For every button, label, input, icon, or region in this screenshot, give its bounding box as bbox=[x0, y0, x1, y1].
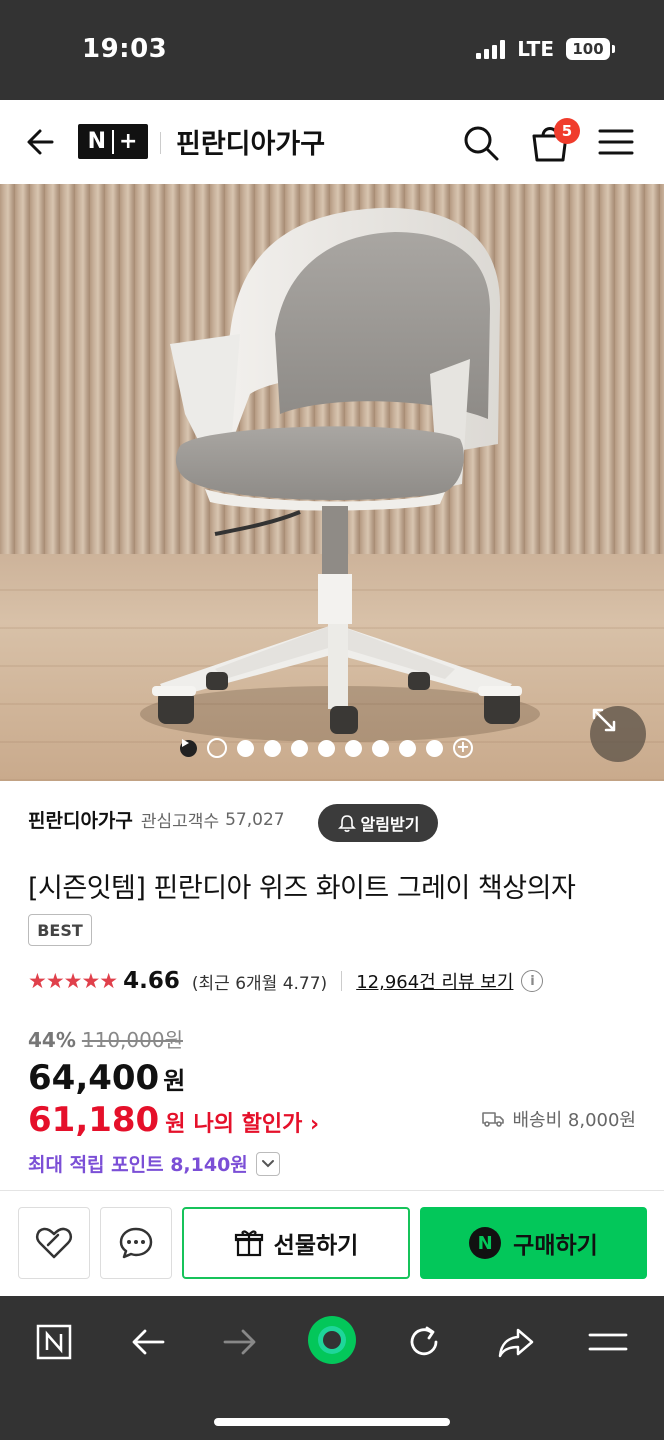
wishlist-button[interactable] bbox=[18, 1207, 90, 1279]
info-icon[interactable]: i bbox=[521, 970, 544, 992]
chat-bubble-icon bbox=[119, 1227, 153, 1259]
review-link[interactable]: 12,964건 리뷰 보기 bbox=[356, 968, 513, 994]
logo-plus: + bbox=[118, 129, 139, 154]
search-icon[interactable] bbox=[460, 122, 502, 164]
status-bar: 19:03 LTE 100 bbox=[0, 0, 664, 100]
product-image-gallery[interactable]: + bbox=[0, 184, 664, 781]
home-indicator[interactable] bbox=[214, 1418, 450, 1426]
store-info-row: 핀란디아가구 관심고객수 57,027 bbox=[28, 806, 285, 833]
purchase-action-bar: 선물하기 N 구매하기 bbox=[0, 1190, 664, 1296]
battery-level: 100 bbox=[572, 40, 604, 58]
my-discount-price: 61,180 bbox=[28, 1100, 160, 1140]
chevron-down-icon[interactable] bbox=[255, 1151, 280, 1176]
browser-forward-icon[interactable] bbox=[218, 1320, 262, 1364]
video-play-icon[interactable] bbox=[182, 738, 227, 758]
notify-button[interactable]: 알림받기 bbox=[318, 804, 438, 842]
gallery-pagination: + bbox=[180, 738, 473, 758]
buy-button[interactable]: N 구매하기 bbox=[420, 1207, 647, 1279]
logo-divider bbox=[160, 132, 161, 154]
price-row: 64,400 원 bbox=[28, 1058, 185, 1098]
buy-button-label: 구매하기 bbox=[513, 1233, 598, 1259]
rating-recent: (최근 6개월 4.77) bbox=[191, 973, 328, 994]
original-price: 110,000원 bbox=[81, 1028, 183, 1052]
hamburger-menu-icon[interactable] bbox=[596, 124, 636, 160]
gallery-dot[interactable] bbox=[318, 739, 335, 757]
gift-icon bbox=[234, 1230, 263, 1257]
shipping-info: 배송비 8,000원 bbox=[481, 1106, 637, 1132]
points-row[interactable]: 최대 적립 포인트 8,140원 bbox=[28, 1150, 280, 1177]
rating-divider bbox=[341, 971, 343, 991]
store-name[interactable]: 핀란디아가구 bbox=[28, 806, 133, 833]
battery-icon: 100 bbox=[566, 38, 615, 60]
refresh-icon[interactable] bbox=[402, 1320, 446, 1364]
expand-image-icon[interactable] bbox=[590, 706, 646, 762]
gallery-dot[interactable] bbox=[372, 739, 389, 757]
naver-pay-icon: N bbox=[469, 1227, 502, 1259]
rating-stars: ★★★★★ bbox=[28, 969, 118, 993]
best-badge: BEST bbox=[28, 914, 92, 946]
gift-button[interactable]: 선물하기 bbox=[182, 1207, 410, 1279]
talk-button[interactable] bbox=[100, 1207, 172, 1279]
heart-icon bbox=[35, 1227, 73, 1259]
status-time: 19:03 bbox=[82, 34, 168, 64]
followers-label: 관심고객수 bbox=[140, 812, 220, 832]
truck-icon bbox=[481, 1112, 504, 1127]
cart-count-badge: 5 bbox=[554, 118, 580, 144]
my-price-currency: 원 bbox=[165, 1112, 186, 1137]
discount-row: 44% 110,000원 bbox=[28, 1024, 183, 1053]
chair-illustration bbox=[140, 207, 540, 742]
browser-back-icon[interactable] bbox=[126, 1320, 170, 1364]
followers-count: 57,027 bbox=[225, 809, 285, 830]
status-indicators: LTE 100 bbox=[476, 37, 615, 61]
shipping-fee: 배송비 8,000원 bbox=[512, 1110, 637, 1131]
store-name-header[interactable]: 핀란디아가구 bbox=[176, 122, 325, 161]
back-arrow-icon[interactable] bbox=[22, 122, 62, 162]
rating-score: 4.66 bbox=[123, 968, 180, 994]
naver-plus-logo[interactable]: N + bbox=[78, 124, 148, 159]
gift-button-label: 선물하기 bbox=[273, 1233, 359, 1259]
gallery-dot[interactable] bbox=[399, 739, 416, 757]
gallery-dot[interactable] bbox=[237, 739, 254, 757]
max-points: 최대 적립 포인트 8,140원 bbox=[28, 1154, 248, 1176]
browser-menu-icon[interactable] bbox=[586, 1320, 630, 1364]
top-navbar: N + 핀란디아가구 5 bbox=[0, 100, 664, 184]
gallery-dot[interactable] bbox=[264, 739, 281, 757]
signal-icon bbox=[476, 39, 506, 59]
rating-row: ★★★★★ 4.66 (최근 6개월 4.77) 12,964건 리뷰 보기 i bbox=[28, 968, 544, 994]
gallery-dot[interactable] bbox=[426, 739, 443, 757]
logo-n: N bbox=[87, 129, 107, 154]
share-icon[interactable] bbox=[494, 1320, 538, 1364]
discount-percent: 44% bbox=[28, 1028, 76, 1052]
naver-home-icon[interactable] bbox=[32, 1320, 76, 1364]
gallery-dot[interactable] bbox=[291, 739, 308, 757]
product-title: [시즌잇템] 핀란디아 위즈 화이트 그레이 책상의자 bbox=[28, 873, 576, 904]
notify-button-label: 알림받기 bbox=[360, 815, 420, 834]
current-price: 64,400 bbox=[28, 1058, 160, 1098]
price-currency: 원 bbox=[163, 1067, 186, 1095]
gallery-dot[interactable] bbox=[345, 739, 362, 757]
my-discount-price-row[interactable]: 61,180 원 나의 할인가 › bbox=[28, 1100, 319, 1140]
network-type: LTE bbox=[517, 37, 554, 61]
naver-green-dot-icon[interactable] bbox=[306, 1314, 358, 1366]
bell-plus-icon bbox=[337, 815, 356, 832]
more-images-plus-icon[interactable]: + bbox=[453, 738, 473, 758]
my-discount-label: 나의 할인가 › bbox=[193, 1112, 320, 1137]
